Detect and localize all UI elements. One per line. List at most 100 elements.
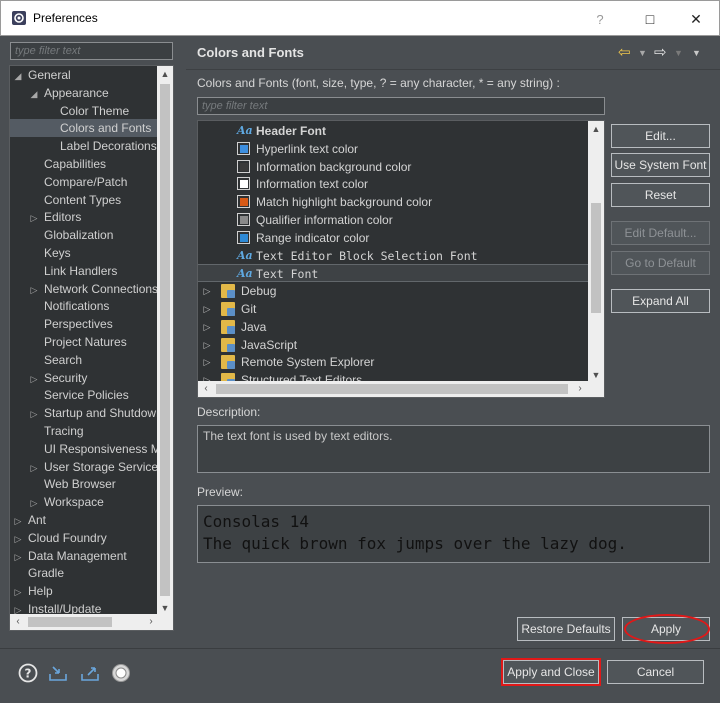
tree-item[interactable]: Color Theme: [10, 102, 129, 120]
edit-button[interactable]: Edit...: [611, 124, 710, 148]
maximize-button[interactable]: □: [627, 1, 673, 37]
colors-tree-item[interactable]: Qualifier information color: [198, 211, 588, 229]
colors-tree-item[interactable]: Aa Text Editor Block Selection Font: [198, 247, 588, 265]
tree-item[interactable]: Service Policies: [10, 386, 129, 404]
forward-history-dropdown-icon[interactable]: ▼: [674, 44, 683, 62]
tree-horizontal-scrollbar[interactable]: ‹ ›: [10, 614, 159, 630]
tree-item[interactable]: Perspectives: [10, 315, 113, 333]
forward-arrow-icon[interactable]: ⇨: [654, 44, 667, 62]
tree-item[interactable]: Notifications: [10, 297, 109, 315]
expanded-arrow-icon[interactable]: ◢: [12, 67, 24, 85]
collapsed-arrow-icon[interactable]: ▷: [202, 300, 212, 318]
tree-item[interactable]: Capabilities: [10, 155, 106, 173]
expand-all-button[interactable]: Expand All: [611, 289, 710, 313]
scroll-left-icon[interactable]: ‹: [10, 614, 26, 630]
colors-filter-input[interactable]: type filter text: [197, 97, 605, 115]
collapsed-arrow-icon[interactable]: ▷: [202, 318, 212, 336]
collapsed-arrow-icon[interactable]: ▷: [28, 459, 40, 477]
tree-item[interactable]: Web Browser: [10, 475, 116, 493]
tree-item[interactable]: Project Natures: [10, 333, 127, 351]
colors-tree-item[interactable]: Aa Text Font: [198, 264, 588, 283]
scroll-thumb[interactable]: [591, 203, 601, 313]
colors-tree-item[interactable]: ▷ Git: [198, 300, 588, 318]
collapsed-arrow-icon[interactable]: ▷: [12, 548, 24, 566]
tree-item[interactable]: Label Decorations: [10, 137, 157, 155]
scroll-thumb[interactable]: [28, 617, 112, 627]
colors-tree-item[interactable]: Range indicator color: [198, 229, 588, 247]
colors-tree-item[interactable]: ▷ Debug: [198, 282, 588, 300]
back-history-dropdown-icon[interactable]: ▼: [638, 44, 647, 62]
preview-line: The quick brown fox jumps over the lazy …: [203, 534, 627, 553]
scroll-thumb[interactable]: [160, 84, 170, 596]
tree-item[interactable]: ◢ General: [10, 66, 71, 84]
tree-filter-input[interactable]: type filter text: [10, 42, 173, 60]
colors-tree-item[interactable]: Information text color: [198, 175, 588, 193]
close-button[interactable]: ✕: [673, 1, 719, 37]
tree-item[interactable]: Colors and Fonts: [10, 119, 158, 138]
category-folder-icon: [221, 319, 235, 334]
collapsed-arrow-icon[interactable]: ▷: [28, 370, 40, 388]
tree-item[interactable]: ▷ Network Connections: [10, 280, 159, 299]
tree-item[interactable]: ▷ User Storage Service: [10, 458, 159, 477]
tree-item[interactable]: UI Responsiveness Monitoring: [10, 440, 173, 458]
tree-item[interactable]: Globalization: [10, 226, 113, 244]
tree-item[interactable]: Gradle: [10, 564, 64, 582]
tree-item[interactable]: Link Handlers: [10, 262, 117, 280]
help-icon[interactable]: ?: [18, 663, 38, 683]
scroll-thumb[interactable]: [216, 384, 568, 394]
tree-vertical-scrollbar[interactable]: ▲ ▼: [157, 66, 173, 630]
colors-tree-item[interactable]: ▷ Java: [198, 318, 588, 336]
colors-tree-vertical-scrollbar[interactable]: ▲ ▼: [588, 121, 604, 383]
expanded-arrow-icon[interactable]: ◢: [28, 85, 40, 103]
use-system-font-button[interactable]: Use System Font: [611, 153, 710, 177]
edit-default-button[interactable]: Edit Default...: [611, 221, 710, 245]
collapsed-arrow-icon[interactable]: ▷: [12, 530, 24, 548]
cancel-button[interactable]: Cancel: [607, 660, 704, 684]
colors-tree-item[interactable]: ▷ JavaScript: [198, 336, 588, 354]
colors-tree-item[interactable]: Information background color: [198, 158, 588, 176]
reset-button[interactable]: Reset: [611, 183, 710, 207]
import-icon[interactable]: [48, 663, 68, 683]
colors-fonts-tree[interactable]: Aa Header Font Hyperlink text color Informa…: [197, 120, 605, 398]
tree-item[interactable]: ▷ Editors: [10, 208, 82, 227]
collapsed-arrow-icon[interactable]: ▷: [202, 336, 212, 354]
back-arrow-icon[interactable]: ⇦: [618, 44, 631, 62]
tree-item[interactable]: ▷ Workspace: [10, 493, 104, 511]
scroll-right-icon[interactable]: ›: [572, 381, 588, 397]
tree-item[interactable]: ◢ Appearance: [10, 84, 109, 102]
tree-item[interactable]: Keys: [10, 244, 71, 262]
collapsed-arrow-icon[interactable]: ▷: [202, 353, 212, 371]
collapsed-arrow-icon[interactable]: ▷: [28, 405, 40, 423]
tree-item[interactable]: ▷ Security: [10, 369, 88, 388]
collapsed-arrow-icon[interactable]: ▷: [12, 583, 24, 601]
tree-item[interactable]: Search: [10, 351, 82, 369]
preference-tree[interactable]: ◢ General ◢ Appearance Color Theme Colors and…: [9, 65, 174, 631]
tree-item[interactable]: Content Types: [10, 191, 121, 209]
collapsed-arrow-icon[interactable]: ▷: [28, 281, 40, 299]
collapsed-arrow-icon[interactable]: ▷: [28, 494, 40, 512]
scroll-up-icon[interactable]: ▲: [588, 121, 604, 137]
colors-tree-item[interactable]: Match highlight background color: [198, 193, 588, 211]
tree-item[interactable]: ▷ Help: [10, 582, 53, 600]
collapsed-arrow-icon[interactable]: ▷: [202, 282, 212, 300]
view-menu-icon[interactable]: ▼: [692, 44, 701, 62]
colors-tree-item[interactable]: ▷ Remote System Explorer: [198, 353, 588, 371]
scroll-left-icon[interactable]: ‹: [198, 381, 214, 397]
collapsed-arrow-icon[interactable]: ▷: [12, 512, 24, 530]
scroll-up-icon[interactable]: ▲: [157, 66, 173, 82]
collapsed-arrow-icon[interactable]: ▷: [28, 209, 40, 227]
oomph-preference-recorder-icon[interactable]: [111, 663, 131, 683]
tree-item[interactable]: ▷ Ant: [10, 511, 46, 529]
colors-tree-horizontal-scrollbar[interactable]: ‹ ›: [198, 381, 588, 397]
restore-defaults-button[interactable]: Restore Defaults: [517, 617, 615, 641]
tree-item[interactable]: Tracing: [10, 422, 84, 440]
colors-tree-item[interactable]: Aa Header Font: [198, 122, 588, 140]
help-button[interactable]: ?: [583, 1, 617, 37]
tree-item[interactable]: ▷ Data Management: [10, 547, 127, 565]
tree-item[interactable]: Compare/Patch: [10, 173, 127, 191]
export-icon[interactable]: [80, 663, 100, 683]
tree-item[interactable]: ▷ Cloud Foundry: [10, 529, 107, 547]
tree-item[interactable]: ▷ Startup and Shutdown: [10, 404, 163, 422]
go-to-default-button[interactable]: Go to Default: [611, 251, 710, 275]
colors-tree-item[interactable]: Hyperlink text color: [198, 140, 588, 158]
